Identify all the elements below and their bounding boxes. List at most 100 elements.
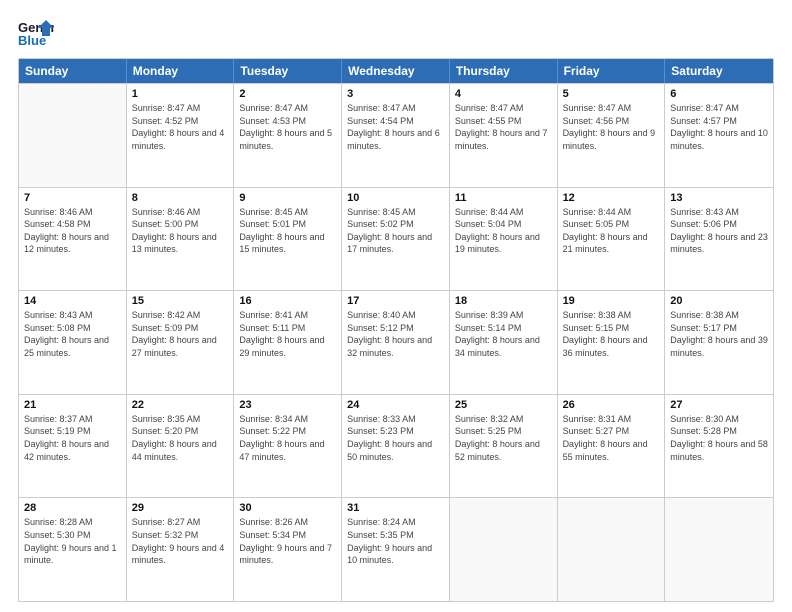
calendar-cell: 30 Sunrise: 8:26 AMSunset: 5:34 PMDayligh… [234,498,342,601]
calendar-cell [665,498,773,601]
calendar-cell: 20 Sunrise: 8:38 AMSunset: 5:17 PMDayligh… [665,291,773,394]
cell-info: Sunrise: 8:43 AMSunset: 5:06 PMDaylight:… [670,206,768,256]
calendar-cell: 15Sunrise: 8:42 AMSunset: 5:09 PMDayligh… [127,291,235,394]
day-number: 14 [24,295,121,307]
cell-info: Sunrise: 8:47 AMSunset: 4:57 PMDaylight:… [670,102,768,152]
calendar-cell: 25 Sunrise: 8:32 AMSunset: 5:25 PMDayligh… [450,395,558,498]
day-number: 24 [347,399,444,411]
calendar-row-2: 7 Sunrise: 8:46 AMSunset: 4:58 PMDaylight… [19,187,773,291]
header-day-saturday: Saturday [665,59,773,83]
cell-info: Sunrise: 8:43 AMSunset: 5:08 PMDaylight:… [24,309,121,359]
day-number: 1 [132,88,229,100]
calendar-cell: 31 Sunrise: 8:24 AMSunset: 5:35 PMDayligh… [342,498,450,601]
cell-info: Sunrise: 8:34 AMSunset: 5:22 PMDaylight:… [239,413,336,463]
calendar-cell: 14 Sunrise: 8:43 AMSunset: 5:08 PMDayligh… [19,291,127,394]
calendar-cell: 17 Sunrise: 8:40 AMSunset: 5:12 PMDayligh… [342,291,450,394]
cell-info: Sunrise: 8:47 AMSunset: 4:54 PMDaylight:… [347,102,444,152]
header-day-tuesday: Tuesday [234,59,342,83]
day-number: 19 [563,295,660,307]
day-number: 23 [239,399,336,411]
calendar-body: 1 Sunrise: 8:47 AMSunset: 4:52 PMDaylight… [19,83,773,601]
day-number: 3 [347,88,444,100]
calendar-header: SundayMondayTuesdayWednesdayThursdayFrid… [19,59,773,83]
calendar-cell [19,84,127,187]
cell-info: Sunrise: 8:40 AMSunset: 5:12 PMDaylight:… [347,309,444,359]
day-number: 25 [455,399,552,411]
cell-info: Sunrise: 8:37 AMSunset: 5:19 PMDaylight:… [24,413,121,463]
calendar-cell: 1 Sunrise: 8:47 AMSunset: 4:52 PMDaylight… [127,84,235,187]
cell-info: Sunrise: 8:31 AMSunset: 5:27 PMDaylight:… [563,413,660,463]
day-number: 22 [132,399,229,411]
cell-info: Sunrise: 8:47 AMSunset: 4:55 PMDaylight:… [455,102,552,152]
calendar-cell: 11Sunrise: 8:44 AMSunset: 5:04 PMDayligh… [450,188,558,291]
day-number: 17 [347,295,444,307]
day-number: 9 [239,192,336,204]
cell-info: Sunrise: 8:32 AMSunset: 5:25 PMDaylight:… [455,413,552,463]
cell-info: Sunrise: 8:47 AMSunset: 4:53 PMDaylight:… [239,102,336,152]
day-number: 4 [455,88,552,100]
day-number: 5 [563,88,660,100]
logo: General Blue [18,18,54,48]
cell-info: Sunrise: 8:38 AMSunset: 5:17 PMDaylight:… [670,309,768,359]
calendar-cell: 28 Sunrise: 8:28 AMSunset: 5:30 PMDayligh… [19,498,127,601]
cell-info: Sunrise: 8:38 AMSunset: 5:15 PMDaylight:… [563,309,660,359]
header-day-thursday: Thursday [450,59,558,83]
cell-info: Sunrise: 8:28 AMSunset: 5:30 PMDaylight:… [24,516,121,566]
cell-info: Sunrise: 8:24 AMSunset: 5:35 PMDaylight:… [347,516,444,566]
cell-info: Sunrise: 8:47 AMSunset: 4:56 PMDaylight:… [563,102,660,152]
cell-info: Sunrise: 8:47 AMSunset: 4:52 PMDaylight:… [132,102,229,152]
calendar-row-4: 21Sunrise: 8:37 AMSunset: 5:19 PMDayligh… [19,394,773,498]
calendar-cell: 29Sunrise: 8:27 AMSunset: 5:32 PMDayligh… [127,498,235,601]
header: General Blue [18,18,774,48]
calendar-cell [450,498,558,601]
cell-info: Sunrise: 8:46 AMSunset: 4:58 PMDaylight:… [24,206,121,256]
calendar-cell: 21Sunrise: 8:37 AMSunset: 5:19 PMDayligh… [19,395,127,498]
cell-info: Sunrise: 8:30 AMSunset: 5:28 PMDaylight:… [670,413,768,463]
day-number: 10 [347,192,444,204]
calendar-cell: 2 Sunrise: 8:47 AMSunset: 4:53 PMDaylight… [234,84,342,187]
day-number: 2 [239,88,336,100]
page: General Blue SundayMondayTuesdayWednesda… [0,0,792,612]
calendar-cell: 5 Sunrise: 8:47 AMSunset: 4:56 PMDaylight… [558,84,666,187]
day-number: 6 [670,88,768,100]
calendar-cell: 9 Sunrise: 8:45 AMSunset: 5:01 PMDaylight… [234,188,342,291]
calendar-cell [558,498,666,601]
cell-info: Sunrise: 8:41 AMSunset: 5:11 PMDaylight:… [239,309,336,359]
calendar-cell: 23 Sunrise: 8:34 AMSunset: 5:22 PMDayligh… [234,395,342,498]
calendar: SundayMondayTuesdayWednesdayThursdayFrid… [18,58,774,602]
calendar-cell: 10Sunrise: 8:45 AMSunset: 5:02 PMDayligh… [342,188,450,291]
cell-info: Sunrise: 8:39 AMSunset: 5:14 PMDaylight:… [455,309,552,359]
cell-info: Sunrise: 8:45 AMSunset: 5:01 PMDaylight:… [239,206,336,256]
calendar-row-5: 28 Sunrise: 8:28 AMSunset: 5:30 PMDayligh… [19,497,773,601]
calendar-cell: 3 Sunrise: 8:47 AMSunset: 4:54 PMDaylight… [342,84,450,187]
day-number: 15 [132,295,229,307]
logo-icon: General Blue [18,18,54,48]
day-number: 7 [24,192,121,204]
header-day-wednesday: Wednesday [342,59,450,83]
calendar-cell: 16 Sunrise: 8:41 AMSunset: 5:11 PMDayligh… [234,291,342,394]
day-number: 12 [563,192,660,204]
day-number: 18 [455,295,552,307]
header-day-sunday: Sunday [19,59,127,83]
cell-info: Sunrise: 8:35 AMSunset: 5:20 PMDaylight:… [132,413,229,463]
calendar-cell: 19 Sunrise: 8:38 AMSunset: 5:15 PMDayligh… [558,291,666,394]
day-number: 31 [347,502,444,514]
calendar-cell: 4 Sunrise: 8:47 AMSunset: 4:55 PMDaylight… [450,84,558,187]
day-number: 20 [670,295,768,307]
day-number: 26 [563,399,660,411]
calendar-cell: 8Sunrise: 8:46 AMSunset: 5:00 PMDaylight… [127,188,235,291]
calendar-cell: 12 Sunrise: 8:44 AMSunset: 5:05 PMDayligh… [558,188,666,291]
day-number: 28 [24,502,121,514]
day-number: 11 [455,192,552,204]
cell-info: Sunrise: 8:33 AMSunset: 5:23 PMDaylight:… [347,413,444,463]
cell-info: Sunrise: 8:44 AMSunset: 5:05 PMDaylight:… [563,206,660,256]
calendar-cell: 6 Sunrise: 8:47 AMSunset: 4:57 PMDaylight… [665,84,773,187]
header-day-monday: Monday [127,59,235,83]
day-number: 16 [239,295,336,307]
day-number: 30 [239,502,336,514]
calendar-cell: 13Sunrise: 8:43 AMSunset: 5:06 PMDayligh… [665,188,773,291]
calendar-cell: 18 Sunrise: 8:39 AMSunset: 5:14 PMDayligh… [450,291,558,394]
calendar-row-1: 1 Sunrise: 8:47 AMSunset: 4:52 PMDaylight… [19,83,773,187]
calendar-cell: 24 Sunrise: 8:33 AMSunset: 5:23 PMDayligh… [342,395,450,498]
cell-info: Sunrise: 8:26 AMSunset: 5:34 PMDaylight:… [239,516,336,566]
